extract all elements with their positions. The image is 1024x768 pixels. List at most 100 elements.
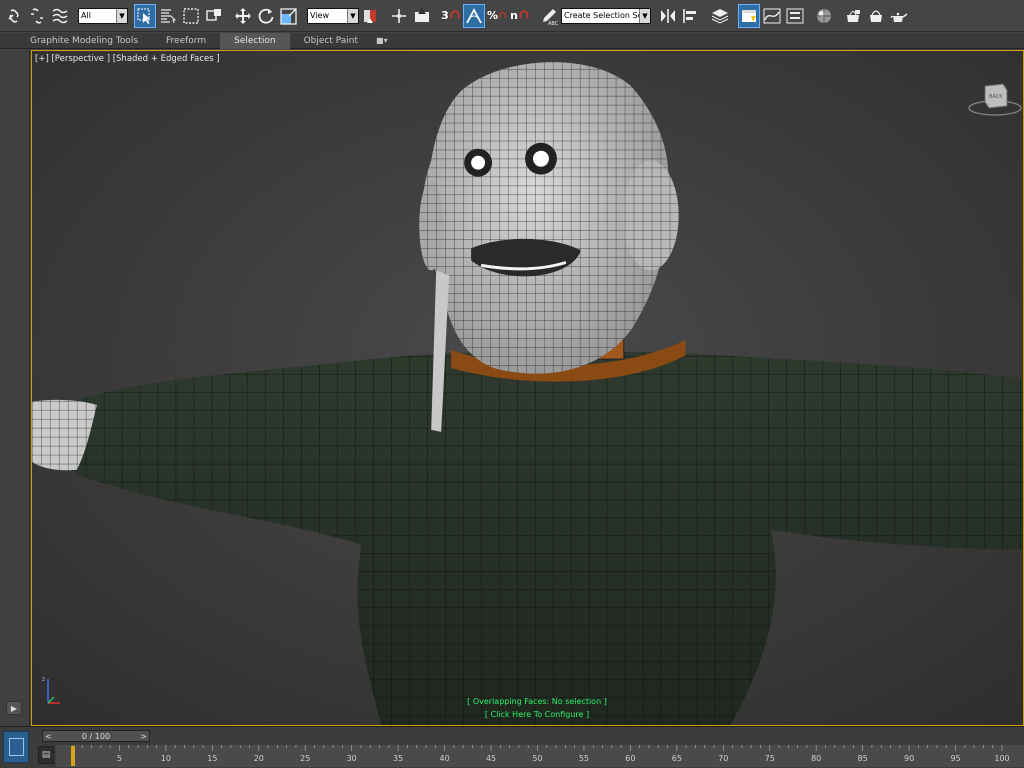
track-tick-label: 85 — [858, 754, 868, 763]
unlink-button[interactable] — [26, 4, 48, 28]
select-by-name-icon — [161, 8, 177, 23]
frame-counter: 0 / 100 — [81, 731, 111, 741]
graphite-toggle-button[interactable] — [738, 3, 760, 28]
named-selection-value: Create Selection Se — [564, 11, 643, 20]
snap-3-label: 3 — [441, 9, 449, 22]
next-frame-button[interactable]: > — [140, 732, 147, 741]
rect-selection-icon — [183, 7, 199, 24]
render-setup-icon — [847, 9, 860, 22]
schematic-icon — [786, 8, 804, 23]
percent-snap-button[interactable]: % — [486, 4, 508, 28]
main-toolbar: All ▼ View ▼ 3 % n ABC Create Selection … — [0, 0, 1024, 32]
mirror-icon — [661, 8, 675, 23]
bind-spacewarp-icon — [52, 8, 68, 23]
current-frame-marker[interactable] — [71, 746, 75, 766]
track-tick-label: 45 — [486, 754, 496, 763]
track-tick-label: 25 — [300, 754, 310, 763]
material-editor-icon — [817, 8, 831, 23]
layer-manager-button[interactable] — [709, 4, 731, 28]
ribbon-options-button[interactable]: ■▾ — [372, 33, 392, 49]
svg-text:ABC: ABC — [548, 21, 559, 26]
schematic-view-button[interactable] — [784, 4, 806, 28]
track-tick-label: 50 — [532, 754, 542, 763]
scale-button[interactable] — [278, 4, 300, 28]
viewport-label[interactable]: [+] [Perspective ] [Shaded + Edged Faces… — [35, 54, 220, 64]
move-button[interactable] — [232, 4, 254, 28]
track-tick-label: 35 — [393, 754, 403, 763]
track-tick-label: 75 — [765, 754, 775, 763]
track-tick-label: 80 — [811, 754, 821, 763]
track-tick-label: 70 — [718, 754, 728, 763]
rotate-button[interactable] — [255, 4, 277, 28]
viewcube-face-label: BACK — [989, 94, 1003, 100]
track-tick-label: 100 — [994, 754, 1009, 763]
material-editor-button[interactable] — [813, 4, 835, 28]
link-icon — [8, 8, 19, 23]
time-slider[interactable]: < 0 / 100 > — [42, 730, 150, 742]
reference-coordinate-dropdown[interactable]: View ▼ — [307, 7, 359, 24]
rendered-frame-button[interactable] — [865, 4, 887, 28]
track-tick-label: 15 — [207, 754, 217, 763]
pivot-center-icon — [364, 9, 376, 23]
left-panel-strip — [0, 50, 30, 726]
perspective-viewport[interactable]: [+] [Perspective ] [Shaded + Edged Faces… — [31, 50, 1024, 726]
spinner-snap-label: n — [510, 9, 518, 22]
tab-object-paint[interactable]: Object Paint — [290, 33, 372, 49]
render-button[interactable] — [888, 4, 910, 28]
pencil-icon: ABC — [543, 8, 559, 26]
magnet-icon — [519, 9, 529, 18]
prev-frame-button[interactable]: < — [45, 732, 52, 741]
tab-graphite-modeling-tools[interactable]: Graphite Modeling Tools — [16, 33, 152, 49]
angle-snap-button[interactable] — [463, 3, 485, 28]
rect-selection-button[interactable] — [180, 4, 202, 28]
track-tick-label: 55 — [579, 754, 589, 763]
pivot-center-button[interactable] — [359, 4, 381, 28]
mirror-button[interactable] — [657, 4, 679, 28]
select-by-name-button[interactable] — [157, 4, 179, 28]
angle-snap-icon — [466, 7, 482, 23]
window-crossing-button[interactable] — [203, 4, 225, 28]
percent-label: % — [487, 9, 499, 22]
mini-listener-button[interactable] — [3, 731, 29, 763]
snap-toggle-button[interactable]: 3 — [440, 4, 462, 28]
edit-named-selection-button[interactable]: ABC — [538, 4, 560, 28]
bind-spacewarp-button[interactable] — [49, 4, 71, 28]
keyboard-shortcut-button[interactable] — [411, 4, 433, 28]
track-bar[interactable]: 0510152025303540455055606570758085909510… — [38, 745, 1024, 767]
link-button[interactable] — [3, 4, 25, 28]
select-manipulate-button[interactable] — [388, 4, 410, 28]
chevron-down-icon: ▼ — [639, 8, 650, 23]
tab-freeform[interactable]: Freeform — [152, 33, 220, 49]
selection-filter-dropdown[interactable]: All ▼ — [78, 7, 128, 24]
track-tick-label: 30 — [347, 754, 357, 763]
select-object-icon — [137, 8, 150, 24]
axis-z-label: z — [42, 676, 45, 683]
expand-panel-button[interactable]: ▶ — [6, 701, 22, 715]
axis-tripod: z — [42, 676, 60, 704]
tab-selection[interactable]: Selection — [220, 32, 290, 49]
named-selection-dropdown[interactable]: Create Selection Se ▼ — [561, 7, 651, 24]
window-crossing-icon — [206, 8, 221, 21]
configure-link[interactable]: [ Click Here To Configure ] — [412, 708, 662, 721]
chevron-down-icon: ▼ — [347, 8, 358, 23]
layer-icon — [711, 8, 729, 24]
time-slider-area: < 0 / 100 > ▤ 05101520253035404550556065… — [0, 726, 1024, 768]
track-tick-label: 90 — [904, 754, 914, 763]
track-tick-label: 40 — [440, 754, 450, 763]
status-overlay[interactable]: [ Overlapping Faces: No selection ] [ Cl… — [412, 695, 662, 721]
selection-filter-value: All — [81, 11, 91, 20]
align-button[interactable] — [680, 4, 702, 28]
track-tick-label: 10 — [161, 754, 171, 763]
teapot-icon — [890, 12, 908, 22]
track-tick-label: 5 — [117, 754, 122, 763]
curve-editor-button[interactable] — [761, 4, 783, 28]
reference-coordinate-value: View — [310, 11, 329, 20]
select-object-button[interactable] — [134, 3, 156, 28]
viewcube[interactable]: BACK — [967, 76, 1023, 118]
ribbon-tabs: Graphite Modeling Tools Freeform Selecti… — [0, 32, 1024, 49]
chevron-down-icon: ▼ — [116, 8, 127, 23]
spinner-snap-button[interactable]: n — [509, 4, 531, 28]
viewport-scene[interactable] — [32, 51, 1023, 725]
scale-icon — [280, 7, 297, 25]
render-setup-button[interactable] — [842, 4, 864, 28]
